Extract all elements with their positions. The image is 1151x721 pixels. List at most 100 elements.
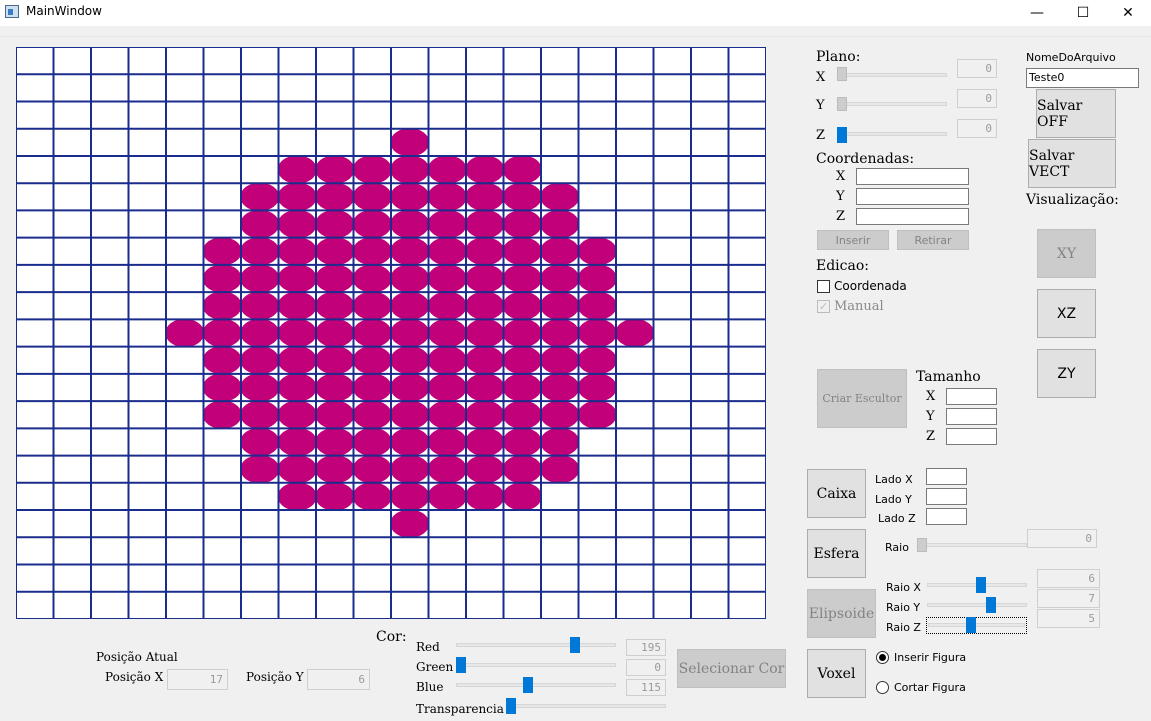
voxel-cell[interactable] xyxy=(540,209,580,239)
voxel-cell[interactable] xyxy=(390,264,430,293)
voxel-cell[interactable] xyxy=(390,291,430,320)
view-xz-button[interactable]: XZ xyxy=(1037,289,1096,338)
voxel-cell[interactable] xyxy=(352,400,392,429)
voxel-cell[interactable] xyxy=(277,318,317,348)
voxel-cell[interactable] xyxy=(390,155,430,184)
red-slider-handle[interactable] xyxy=(570,637,580,653)
coord-z-input[interactable] xyxy=(856,208,969,225)
voxel-cell[interactable] xyxy=(502,182,542,211)
criar-escultor-button[interactable]: Criar Escultor xyxy=(817,369,907,428)
voxel-cell[interactable] xyxy=(502,346,542,375)
voxel-cell[interactable] xyxy=(202,318,242,348)
voxel-cell[interactable] xyxy=(577,318,617,348)
voxel-cell[interactable] xyxy=(352,182,392,211)
voxel-cell[interactable] xyxy=(502,264,542,293)
voxel-cell[interactable] xyxy=(240,237,280,266)
voxel-cell[interactable] xyxy=(315,209,355,239)
voxel-cell[interactable] xyxy=(465,318,505,348)
voxel-cell[interactable] xyxy=(240,264,280,293)
voxel-cell[interactable] xyxy=(202,237,242,266)
voxel-cell[interactable] xyxy=(277,373,317,402)
voxel-cell[interactable] xyxy=(427,182,467,211)
voxel-cell[interactable] xyxy=(465,400,505,429)
voxel-cell[interactable] xyxy=(315,155,355,184)
raio-z-spinbox[interactable]: 5 xyxy=(1037,609,1100,628)
voxel-cell[interactable] xyxy=(502,482,542,511)
voxel-cell[interactable] xyxy=(277,155,317,184)
close-icon[interactable]: ✕ xyxy=(1105,0,1151,26)
raio-z-slider[interactable] xyxy=(928,623,1025,627)
voxel-cell[interactable] xyxy=(277,346,317,375)
voxel-cell[interactable] xyxy=(240,346,280,375)
coordenada-checkbox[interactable] xyxy=(817,280,830,293)
raio-y-slider-handle[interactable] xyxy=(986,597,996,613)
voxel-cell[interactable] xyxy=(277,237,317,266)
voxel-cell[interactable] xyxy=(427,482,467,511)
voxel-cell[interactable] xyxy=(240,209,280,239)
blue-spinbox[interactable]: 115 xyxy=(626,679,666,696)
voxel-cell[interactable] xyxy=(240,427,280,457)
voxel-cell[interactable] xyxy=(390,128,430,157)
blue-slider[interactable] xyxy=(456,683,616,687)
voxel-cell[interactable] xyxy=(465,155,505,184)
voxel-cell[interactable] xyxy=(390,182,430,211)
nome-arquivo-input[interactable]: Teste0 xyxy=(1026,68,1139,88)
voxel-cell[interactable] xyxy=(352,264,392,293)
voxel-cell[interactable] xyxy=(240,318,280,348)
view-xy-button[interactable]: XY xyxy=(1037,229,1096,278)
voxel-cell[interactable] xyxy=(427,373,467,402)
voxel-cell[interactable] xyxy=(277,291,317,320)
lado-y-input[interactable] xyxy=(926,488,967,505)
voxel-cell[interactable] xyxy=(202,373,242,402)
voxel-cell[interactable] xyxy=(390,482,430,511)
voxel-cell[interactable] xyxy=(315,182,355,211)
voxel-cell[interactable] xyxy=(315,455,355,484)
voxel-cell[interactable] xyxy=(502,455,542,484)
voxel-cell[interactable] xyxy=(465,291,505,320)
voxel-cell[interactable] xyxy=(540,318,580,348)
voxel-cell[interactable] xyxy=(465,427,505,457)
voxel-cell[interactable] xyxy=(277,482,317,511)
voxel-cell[interactable] xyxy=(427,209,467,239)
voxel-cell[interactable] xyxy=(465,264,505,293)
plano-z-spinbox[interactable]: 0 xyxy=(957,119,997,138)
voxel-cell[interactable] xyxy=(202,400,242,429)
voxel-cell[interactable] xyxy=(390,346,430,375)
voxel-cell[interactable] xyxy=(277,427,317,457)
voxel-cell[interactable] xyxy=(240,400,280,429)
green-slider[interactable] xyxy=(456,663,616,667)
voxel-cell[interactable] xyxy=(427,455,467,484)
plano-z-slider-handle[interactable] xyxy=(837,127,847,143)
raio-y-slider[interactable] xyxy=(927,603,1027,607)
plano-y-spinbox[interactable]: 0 xyxy=(957,89,997,108)
raio-spinbox[interactable]: 0 xyxy=(1027,529,1097,548)
voxel-cell[interactable] xyxy=(577,264,617,293)
coord-y-input[interactable] xyxy=(856,188,969,205)
voxel-cell[interactable] xyxy=(427,318,467,348)
voxel-cell[interactable] xyxy=(502,155,542,184)
voxel-cell[interactable] xyxy=(240,373,280,402)
voxel-cell[interactable] xyxy=(577,237,617,266)
voxel-cell[interactable] xyxy=(427,155,467,184)
voxel-cell[interactable] xyxy=(465,455,505,484)
manual-checkbox[interactable]: ✓ xyxy=(817,300,830,313)
voxel-cell[interactable] xyxy=(390,318,430,348)
voxel-cell[interactable] xyxy=(540,455,580,484)
voxel-cell[interactable] xyxy=(540,427,580,457)
voxel-cell[interactable] xyxy=(352,427,392,457)
voxel-cell[interactable] xyxy=(502,209,542,239)
voxel-cell[interactable] xyxy=(390,209,430,239)
voxel-cell[interactable] xyxy=(540,400,580,429)
voxel-cell[interactable] xyxy=(465,482,505,511)
plano-z-slider[interactable] xyxy=(837,132,947,136)
raio-slider[interactable] xyxy=(917,543,1027,547)
voxel-cell[interactable] xyxy=(352,482,392,511)
plano-y-slider-handle[interactable] xyxy=(837,97,847,111)
voxel-cell[interactable] xyxy=(577,346,617,375)
red-spinbox[interactable]: 195 xyxy=(626,639,666,656)
salvar-off-button[interactable]: Salvar OFF xyxy=(1036,89,1116,138)
raio-x-spinbox[interactable]: 6 xyxy=(1037,569,1100,588)
voxel-cell[interactable] xyxy=(465,209,505,239)
voxel-cell[interactable] xyxy=(315,237,355,266)
salvar-vect-button[interactable]: Salvar VECT xyxy=(1028,139,1116,188)
